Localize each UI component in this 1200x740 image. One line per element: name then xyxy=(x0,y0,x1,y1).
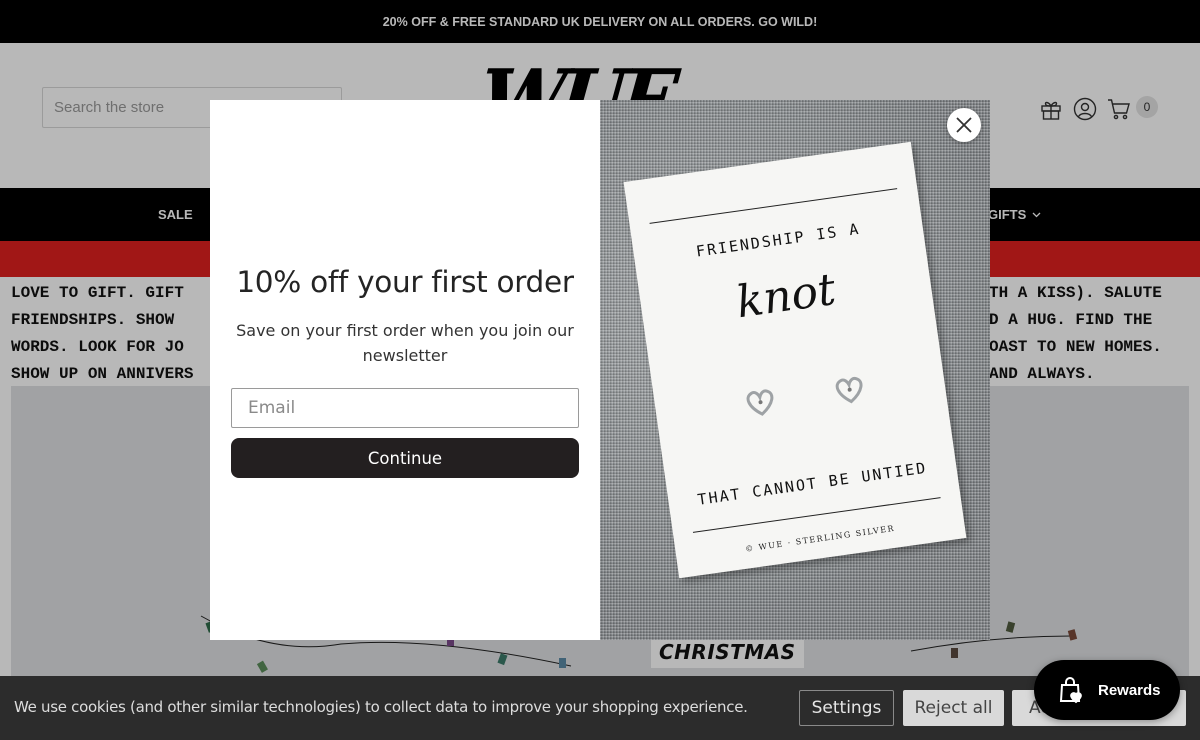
rewards-label: Rewards xyxy=(1098,681,1161,699)
earring-icon xyxy=(835,376,863,404)
reject-all-button[interactable]: Reject all xyxy=(903,690,1004,726)
product-card: FRIENDSHIP IS A knot THAT CANNOT BE UNTI… xyxy=(623,141,967,579)
earring-icon xyxy=(746,389,774,416)
modal-form-panel: 10% off your first order Save on your fi… xyxy=(210,100,600,640)
modal-subtitle: Save on your first order when you join o… xyxy=(236,321,574,365)
continue-button[interactable]: Continue xyxy=(231,438,579,478)
card-brand: © WUE · STERLING SILVER xyxy=(744,523,896,554)
modal-title: 10% off your first order xyxy=(236,265,574,299)
cookie-text: We use cookies (and other similar techno… xyxy=(14,698,748,716)
rewards-button[interactable]: Rewards xyxy=(1034,660,1180,720)
email-field[interactable] xyxy=(231,388,579,428)
card-script-text: knot xyxy=(733,263,839,329)
newsletter-modal: 10% off your first order Save on your fi… xyxy=(210,100,990,640)
card-text-bottom: THAT CANNOT BE UNTIED xyxy=(696,458,929,509)
cookie-settings-button[interactable]: Settings xyxy=(799,690,894,726)
close-button[interactable] xyxy=(947,108,981,142)
close-icon xyxy=(956,117,972,133)
modal-product-image: FRIENDSHIP IS A knot THAT CANNOT BE UNTI… xyxy=(600,100,990,640)
cookie-banner: We use cookies (and other similar techno… xyxy=(0,676,1200,740)
shopping-bag-heart-icon xyxy=(1059,677,1082,704)
